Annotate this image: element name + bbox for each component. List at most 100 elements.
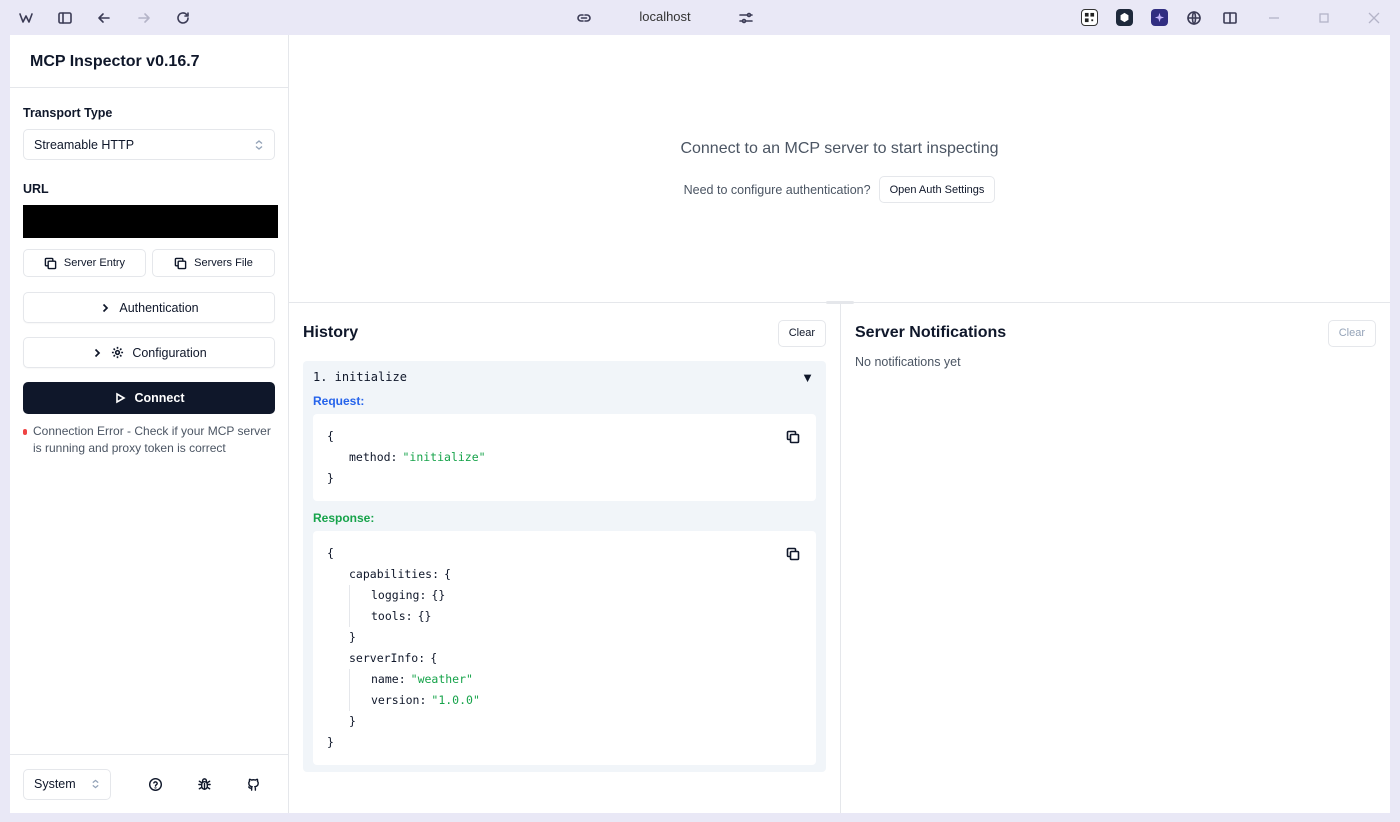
connect-button[interactable]: Connect xyxy=(23,382,275,414)
help-icon[interactable] xyxy=(145,774,165,794)
server-entry-label: Server Entry xyxy=(63,257,126,269)
json-line: } xyxy=(327,471,334,485)
bottom-panels: History Clear 1. initialize ▼ Request: { xyxy=(289,303,1390,813)
json-key: name xyxy=(371,672,399,686)
site-settings-icon[interactable] xyxy=(736,8,756,28)
notifications-empty-text: No notifications yet xyxy=(855,355,961,369)
servers-file-label: Servers File xyxy=(194,257,253,269)
copy-icon[interactable] xyxy=(786,547,800,561)
link-icon[interactable] xyxy=(574,8,594,28)
notifications-header: Server Notifications Clear xyxy=(855,319,1376,347)
close-icon[interactable] xyxy=(1364,8,1384,28)
json-line: { xyxy=(327,429,334,443)
minimize-icon[interactable] xyxy=(1264,8,1284,28)
json-key: tools xyxy=(371,609,406,623)
history-title: History xyxy=(303,324,359,341)
reload-icon[interactable] xyxy=(173,8,193,28)
gear-icon xyxy=(112,346,124,359)
servers-file-button[interactable]: Servers File xyxy=(152,249,275,277)
error-indicator xyxy=(23,429,27,435)
play-icon xyxy=(115,392,126,404)
transport-type-label: Transport Type xyxy=(23,106,113,120)
sidebar-header: MCP Inspector v0.16.7 xyxy=(10,35,288,88)
copy-icon[interactable] xyxy=(786,430,800,444)
auth-prompt: Need to configure authentication? Open A… xyxy=(289,176,1390,203)
json-string: "initialize" xyxy=(402,450,486,464)
connection-form: Transport Type Streamable HTTP URL Serve… xyxy=(10,88,288,754)
transport-type-select[interactable]: Streamable HTTP xyxy=(23,129,275,160)
qr-code-icon[interactable] xyxy=(1081,9,1098,26)
copy-icon xyxy=(174,257,187,269)
notifications-title: Server Notifications xyxy=(855,324,1007,341)
url-input[interactable] xyxy=(23,205,278,238)
browser-logo-icon[interactable] xyxy=(16,8,36,28)
json-key: method xyxy=(349,450,391,464)
sidebar: MCP Inspector v0.16.7 Transport Type Str… xyxy=(10,35,289,813)
history-entry-header[interactable]: 1. initialize ▼ xyxy=(313,369,816,385)
history-entry: 1. initialize ▼ Request: { method: "initi… xyxy=(303,361,826,772)
forward-icon[interactable] xyxy=(134,8,154,28)
open-auth-settings-button[interactable]: Open Auth Settings xyxy=(878,176,996,203)
configuration-label: Configuration xyxy=(132,345,207,360)
extension-sparkle-icon[interactable] xyxy=(1151,9,1168,26)
json-key: logging xyxy=(371,588,420,602)
browser-chrome: localhost xyxy=(0,0,1400,35)
json-string: "1.0.0" xyxy=(431,693,480,707)
sidebar-footer: System xyxy=(10,754,288,813)
json-line: name: "weather" xyxy=(327,669,802,690)
main-area: Connect to an MCP server to start inspec… xyxy=(289,35,1390,813)
json-line: tools:{} xyxy=(327,606,802,627)
copy-icon xyxy=(44,257,57,269)
url-label: URL xyxy=(23,182,49,196)
sidebar-toggle-icon[interactable] xyxy=(55,8,75,28)
json-line: serverInfo:{ xyxy=(327,648,802,669)
github-icon[interactable] xyxy=(243,774,263,794)
response-json: { capabilities:{ logging:{} tools:{} } s… xyxy=(313,531,816,765)
json-line: } xyxy=(327,735,334,749)
back-icon[interactable] xyxy=(94,8,114,28)
globe-icon[interactable] xyxy=(1184,8,1204,28)
history-header: History Clear xyxy=(303,319,826,347)
json-line: method: "initialize" xyxy=(327,447,802,468)
chevron-up-down-icon xyxy=(92,779,99,789)
json-key: capabilities xyxy=(349,567,433,581)
connection-error-text: Connection Error - Check if your MCP ser… xyxy=(33,424,271,455)
bug-icon[interactable] xyxy=(194,774,214,794)
empty-state-message: Connect to an MCP server to start inspec… xyxy=(680,140,999,157)
json-key: serverInfo xyxy=(349,651,419,665)
json-line: version: "1.0.0" xyxy=(327,690,802,711)
configuration-toggle[interactable]: Configuration xyxy=(23,337,275,368)
chevron-up-down-icon xyxy=(254,139,264,151)
config-buttons-row: Server Entry Servers File xyxy=(23,249,275,277)
json-line: { xyxy=(327,546,334,560)
maximize-icon[interactable] xyxy=(1314,8,1334,28)
response-label: Response: xyxy=(313,511,375,525)
json-string: "weather" xyxy=(410,672,473,686)
extension-hex-icon[interactable] xyxy=(1116,9,1133,26)
authentication-label: Authentication xyxy=(119,300,199,315)
json-line: } xyxy=(349,630,356,644)
request-json: { method: "initialize" } xyxy=(313,414,816,501)
app-title: MCP Inspector v0.16.7 xyxy=(30,53,200,70)
app-window: MCP Inspector v0.16.7 Transport Type Str… xyxy=(10,35,1390,813)
theme-select[interactable]: System xyxy=(23,768,111,800)
split-view-icon[interactable] xyxy=(1220,8,1240,28)
resize-handle[interactable] xyxy=(826,301,854,304)
theme-value: System xyxy=(34,777,76,791)
auth-question: Need to configure authentication? xyxy=(683,182,871,197)
authentication-toggle[interactable]: Authentication xyxy=(23,292,275,323)
notifications-clear-button[interactable]: Clear xyxy=(1327,319,1376,347)
connect-label: Connect xyxy=(134,391,185,405)
address-bar[interactable]: localhost xyxy=(620,9,710,24)
transport-type-value: Streamable HTTP xyxy=(34,137,135,152)
json-key: version xyxy=(371,693,420,707)
request-label: Request: xyxy=(313,394,365,408)
server-notifications-panel: Server Notifications Clear No notificati… xyxy=(841,303,1390,813)
json-line: logging:{} xyxy=(327,585,802,606)
chevron-right-icon xyxy=(103,303,109,312)
server-entry-button[interactable]: Server Entry xyxy=(23,249,146,277)
collapse-triangle-icon[interactable]: ▼ xyxy=(801,370,814,385)
history-clear-button[interactable]: Clear xyxy=(777,319,826,347)
inspector-pane: Connect to an MCP server to start inspec… xyxy=(289,35,1390,304)
json-line: capabilities:{ xyxy=(327,564,802,585)
